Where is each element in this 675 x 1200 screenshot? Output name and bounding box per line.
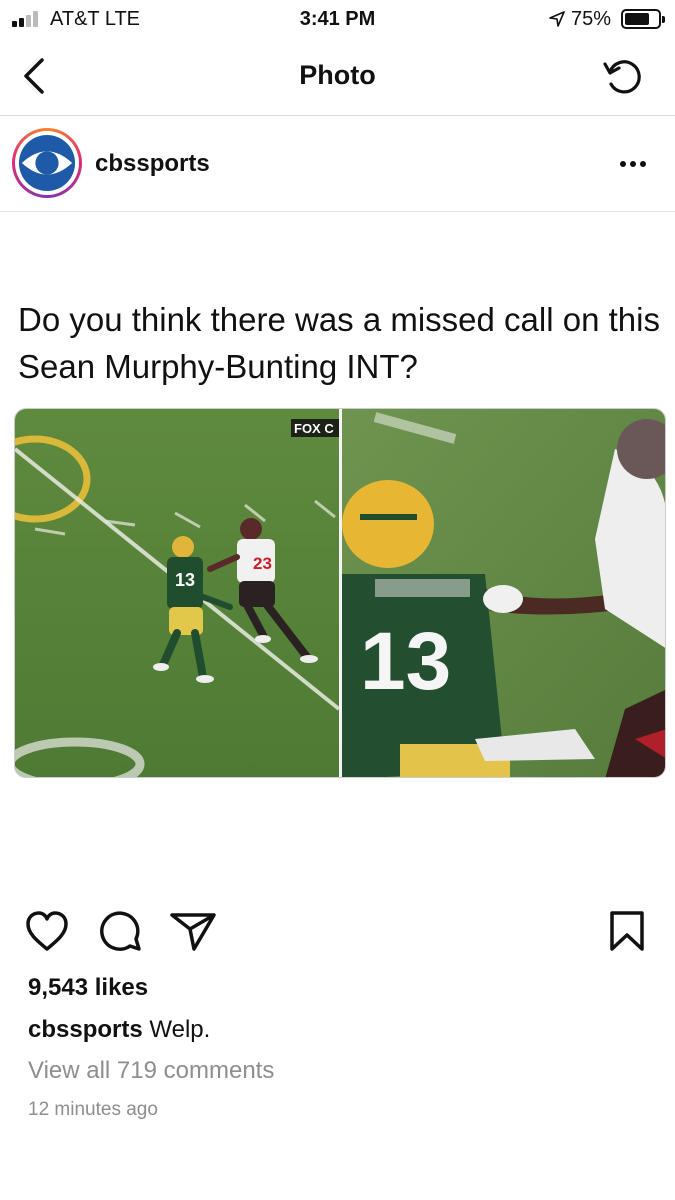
- view-comments-link[interactable]: View all 719 comments: [28, 1057, 274, 1085]
- heart-icon[interactable]: [22, 905, 72, 957]
- page-title: Photo: [299, 60, 376, 90]
- comment-icon[interactable]: [96, 905, 146, 957]
- post-header: cbssports: [0, 116, 675, 212]
- send-icon[interactable]: [168, 905, 218, 957]
- wide-shot-panel: FOX C 13 23: [15, 409, 341, 777]
- location-arrow-icon: [549, 11, 565, 27]
- status-bar: AT&T LTE 3:41 PM 75%: [0, 0, 675, 38]
- likes-count[interactable]: 9,543 likes: [28, 974, 148, 1002]
- defender-jersey-number: 23: [253, 554, 272, 573]
- refresh-icon[interactable]: [602, 56, 646, 98]
- caption-username[interactable]: cbssports: [28, 1016, 143, 1043]
- post-photo[interactable]: FOX C 13 23 13: [14, 408, 666, 778]
- post-timestamp: 12 minutes ago: [28, 1099, 158, 1120]
- battery-icon: [621, 9, 665, 29]
- zoom-shot-panel: 13: [342, 409, 665, 777]
- cbs-eye-logo-icon: [18, 134, 76, 192]
- avatar[interactable]: [12, 128, 82, 198]
- post-actions: [0, 905, 675, 961]
- fox-watermark: FOX C: [294, 421, 334, 436]
- post-text: Do you think there was a missed call on …: [18, 301, 660, 385]
- battery-percent: 75%: [571, 8, 612, 30]
- caption-text: Welp.: [149, 1016, 211, 1043]
- post-username[interactable]: cbssports: [95, 150, 210, 178]
- caption: cbssports Welp.: [28, 1016, 210, 1044]
- right-jersey-number: 13: [360, 616, 451, 707]
- nav-bar: Photo: [0, 38, 675, 116]
- left-jersey-number: 13: [175, 570, 195, 590]
- bookmark-icon[interactable]: [602, 905, 652, 957]
- more-horizontal-icon[interactable]: [616, 154, 650, 174]
